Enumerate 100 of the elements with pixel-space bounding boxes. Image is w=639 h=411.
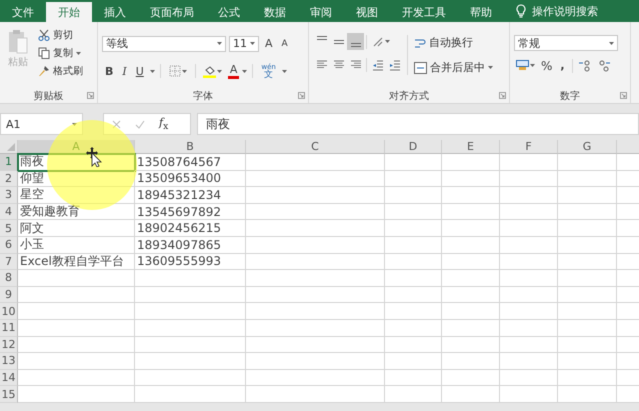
row-header[interactable]: 11 bbox=[0, 320, 18, 337]
font-color-button[interactable]: A bbox=[228, 64, 240, 78]
name-box[interactable]: A1 bbox=[0, 113, 83, 135]
ribbon-tab[interactable]: 插入 bbox=[92, 2, 138, 22]
row-header[interactable]: 3 bbox=[0, 187, 18, 204]
row-header[interactable]: 8 bbox=[0, 270, 18, 287]
wrap-text-button[interactable]: 自动换行 bbox=[412, 33, 495, 52]
table-cell: 18934097865 bbox=[135, 236, 246, 254]
empty-cell bbox=[500, 236, 558, 254]
empty-cell bbox=[500, 204, 558, 220]
column-header[interactable]: C bbox=[246, 140, 385, 154]
ribbon-tab[interactable]: 帮助 bbox=[458, 2, 504, 22]
empty-cell bbox=[558, 220, 617, 237]
borders-icon bbox=[168, 65, 181, 77]
table-cell: 18945321234 bbox=[135, 187, 246, 204]
formula-input-field[interactable]: 雨夜 bbox=[197, 113, 639, 135]
row-header[interactable]: 12 bbox=[0, 336, 18, 354]
comma-style-button[interactable]: , bbox=[557, 57, 568, 74]
vertical-align-button[interactable] bbox=[347, 33, 364, 50]
row-header[interactable]: 2 bbox=[0, 170, 18, 188]
empty-cell bbox=[558, 270, 617, 287]
align-lines-icon bbox=[316, 36, 326, 40]
column-header[interactable]: E bbox=[442, 140, 500, 154]
number-format-field[interactable]: 常规 bbox=[514, 35, 618, 51]
empty-cell bbox=[558, 154, 617, 171]
percent-button[interactable]: % bbox=[538, 57, 556, 74]
caret-icon bbox=[385, 40, 390, 43]
table-cell: 13545697892 bbox=[135, 204, 246, 220]
group-label: 数字 bbox=[560, 90, 580, 102]
empty-cell bbox=[558, 303, 617, 320]
empty-cell bbox=[500, 286, 558, 304]
ribbon-tab[interactable]: 开发工具 bbox=[390, 2, 458, 22]
angled-text-icon bbox=[372, 36, 384, 48]
empty-cell bbox=[500, 370, 558, 386]
paintbrush-icon bbox=[38, 65, 50, 77]
enter-check-icon[interactable] bbox=[135, 120, 145, 128]
empty-cell bbox=[558, 254, 617, 270]
group-label: 字体 bbox=[193, 90, 213, 102]
caret-icon bbox=[217, 70, 222, 72]
ribbon-tab[interactable]: 视图 bbox=[344, 2, 390, 22]
ribbon-tab[interactable]: 页面布局 bbox=[138, 2, 206, 22]
underline-button[interactable]: U bbox=[132, 62, 147, 80]
row-header[interactable]: 5 bbox=[0, 220, 18, 237]
row-header[interactable]: 4 bbox=[0, 204, 18, 220]
ribbon-tab[interactable]: 开始 bbox=[46, 2, 92, 22]
row-header[interactable]: 14 bbox=[0, 370, 18, 386]
empty-cell bbox=[385, 286, 442, 304]
ribbon-tab[interactable]: 公式 bbox=[206, 2, 252, 22]
column-header[interactable]: B bbox=[135, 140, 246, 154]
empty-cell bbox=[385, 370, 442, 386]
column-header[interactable]: F bbox=[500, 140, 558, 154]
align-lines-icon bbox=[334, 40, 344, 44]
shrink-font-button[interactable]: A bbox=[278, 35, 291, 52]
font-name-field[interactable]: 等线 bbox=[102, 36, 226, 52]
copy-button[interactable]: 复制 bbox=[36, 45, 85, 61]
ribbon-tab[interactable]: 文件 bbox=[0, 2, 46, 22]
row-header[interactable]: 13 bbox=[0, 353, 18, 370]
dialog-launcher-icon[interactable] bbox=[298, 92, 305, 99]
row-header[interactable]: 1 bbox=[0, 154, 18, 171]
caret-icon bbox=[250, 42, 255, 45]
ribbon-tab[interactable]: 审阅 bbox=[298, 2, 344, 22]
merge-center-button[interactable]: 合并后居中 bbox=[412, 58, 495, 77]
align-lines-icon bbox=[332, 58, 344, 70]
row-header[interactable]: 15 bbox=[0, 386, 18, 403]
ribbon-tab[interactable]: 数据 bbox=[252, 2, 298, 22]
bold-button[interactable]: B bbox=[102, 62, 116, 80]
paint-bucket-icon bbox=[203, 64, 216, 78]
empty-cell bbox=[442, 336, 500, 354]
table-cell: 仰望 bbox=[18, 170, 135, 188]
caret-icon bbox=[530, 64, 534, 67]
italic-button[interactable]: I bbox=[119, 62, 130, 80]
table-cell: 星空 bbox=[18, 187, 135, 204]
tell-me-search[interactable]: 操作说明搜索 bbox=[512, 0, 602, 22]
empty-cell bbox=[558, 236, 617, 254]
dialog-launcher-icon[interactable] bbox=[620, 92, 627, 99]
empty-cell bbox=[442, 386, 500, 403]
font-size-field[interactable]: 11 bbox=[229, 36, 259, 52]
cut-button[interactable]: 剪切 bbox=[36, 27, 85, 43]
column-header[interactable]: G bbox=[558, 140, 617, 154]
row-header[interactable]: 10 bbox=[0, 303, 18, 320]
dialog-launcher-icon[interactable] bbox=[87, 92, 94, 99]
table-cell: 13508764567 bbox=[135, 154, 246, 171]
empty-cell bbox=[442, 270, 500, 287]
insert-function-button[interactable]: f$_{x}$ bbox=[159, 116, 168, 132]
empty-cell bbox=[500, 303, 558, 320]
lightbulb-icon bbox=[516, 4, 526, 18]
grow-font-button[interactable]: A bbox=[262, 35, 276, 52]
column-header[interactable]: D bbox=[385, 140, 442, 154]
row-header[interactable]: 6 bbox=[0, 236, 18, 254]
empty-cell bbox=[385, 320, 442, 337]
empty-cell bbox=[385, 187, 442, 204]
empty-cell bbox=[385, 220, 442, 237]
empty-cell bbox=[500, 353, 558, 370]
row-header[interactable]: 7 bbox=[0, 254, 18, 270]
dialog-launcher-icon[interactable] bbox=[499, 92, 506, 99]
row-header[interactable]: 9 bbox=[0, 286, 18, 304]
empty-cell bbox=[500, 170, 558, 188]
empty-cell bbox=[442, 320, 500, 337]
format-painter-button[interactable]: 格式刷 bbox=[36, 63, 85, 79]
empty-cell bbox=[558, 286, 617, 304]
